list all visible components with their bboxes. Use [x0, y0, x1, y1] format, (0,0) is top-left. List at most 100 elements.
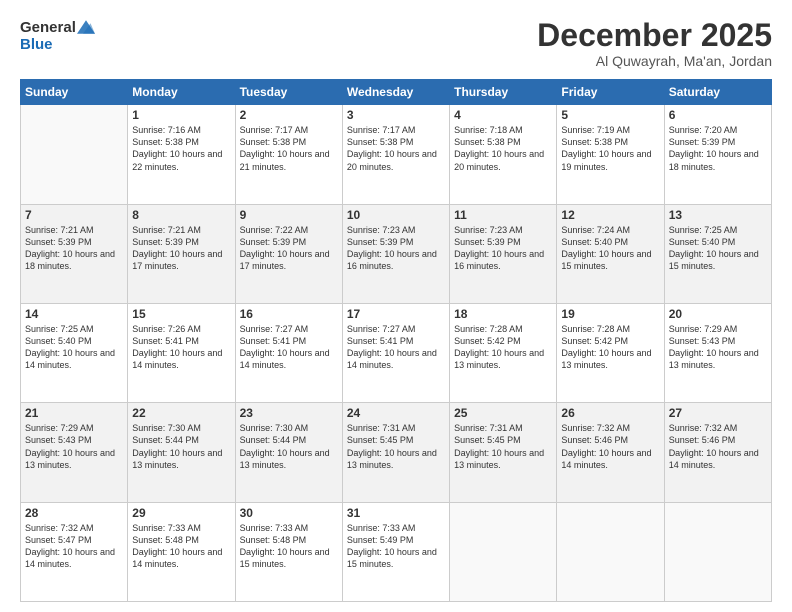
- cell-info: Sunrise: 7:25 AM Sunset: 5:40 PM Dayligh…: [25, 323, 123, 372]
- cell-info: Sunrise: 7:16 AM Sunset: 5:38 PM Dayligh…: [132, 124, 230, 173]
- calendar-cell: 4Sunrise: 7:18 AM Sunset: 5:38 PM Daylig…: [450, 105, 557, 204]
- day-number: 7: [25, 208, 123, 222]
- cell-info: Sunrise: 7:24 AM Sunset: 5:40 PM Dayligh…: [561, 224, 659, 273]
- weekday-header: Friday: [557, 80, 664, 105]
- cell-info: Sunrise: 7:23 AM Sunset: 5:39 PM Dayligh…: [454, 224, 552, 273]
- calendar-cell: 27 Sunrise: 7:32 AM Sunset: 5:46 PM Dayli…: [664, 403, 771, 502]
- calendar-cell: 3 Sunrise: 7:17 AM Sunset: 5:38 PM Daylig…: [342, 105, 449, 204]
- calendar-cell: 30 Sunrise: 7:33 AM Sunset: 5:48 PM Dayli…: [235, 502, 342, 601]
- header: General Blue December 2025 Al Quwayrah, …: [20, 18, 772, 69]
- cell-info: Sunrise: 7:17 AM Sunset: 5:38 PM Dayligh…: [347, 124, 445, 173]
- page: General Blue December 2025 Al Quwayrah, …: [0, 0, 792, 612]
- calendar-cell: 12 Sunrise: 7:24 AM Sunset: 5:40 PM Dayli…: [557, 204, 664, 303]
- day-number: 25: [454, 406, 552, 420]
- calendar-cell: 8 Sunrise: 7:21 AM Sunset: 5:39 PM Daylig…: [128, 204, 235, 303]
- cell-info: Sunrise: 7:17 AM Sunset: 5:38 PM Dayligh…: [240, 124, 338, 173]
- cell-info: Sunrise: 7:22 AM Sunset: 5:39 PM Dayligh…: [240, 224, 338, 273]
- calendar-cell: 15Sunrise: 7:26 AM Sunset: 5:41 PM Dayli…: [128, 303, 235, 402]
- calendar-cell: 6 Sunrise: 7:20 AM Sunset: 5:39 PM Daylig…: [664, 105, 771, 204]
- calendar-cell: 21 Sunrise: 7:29 AM Sunset: 5:43 PM Dayli…: [21, 403, 128, 502]
- calendar-cell: 19 Sunrise: 7:28 AM Sunset: 5:42 PM Dayli…: [557, 303, 664, 402]
- calendar-cell: 20 Sunrise: 7:29 AM Sunset: 5:43 PM Dayli…: [664, 303, 771, 402]
- day-number: 20: [669, 307, 767, 321]
- day-number: 21: [25, 406, 123, 420]
- cell-info: Sunrise: 7:33 AM Sunset: 5:48 PM Dayligh…: [132, 522, 230, 571]
- weekday-header: Wednesday: [342, 80, 449, 105]
- cell-info: Sunrise: 7:21 AM Sunset: 5:39 PM Dayligh…: [25, 224, 123, 273]
- cell-info: Sunrise: 7:29 AM Sunset: 5:43 PM Dayligh…: [25, 422, 123, 471]
- calendar-cell: 14 Sunrise: 7:25 AM Sunset: 5:40 PM Dayli…: [21, 303, 128, 402]
- weekday-header: Thursday: [450, 80, 557, 105]
- day-number: 18: [454, 307, 552, 321]
- logo: General Blue: [20, 18, 95, 53]
- calendar-cell: [664, 502, 771, 601]
- cell-info: Sunrise: 7:29 AM Sunset: 5:43 PM Dayligh…: [669, 323, 767, 372]
- weekday-header: Monday: [128, 80, 235, 105]
- cell-info: Sunrise: 7:30 AM Sunset: 5:44 PM Dayligh…: [132, 422, 230, 471]
- calendar-cell: 13Sunrise: 7:25 AM Sunset: 5:40 PM Dayli…: [664, 204, 771, 303]
- cell-info: Sunrise: 7:19 AM Sunset: 5:38 PM Dayligh…: [561, 124, 659, 173]
- day-number: 16: [240, 307, 338, 321]
- cell-info: Sunrise: 7:27 AM Sunset: 5:41 PM Dayligh…: [240, 323, 338, 372]
- cell-info: Sunrise: 7:31 AM Sunset: 5:45 PM Dayligh…: [454, 422, 552, 471]
- calendar-week-row: 21 Sunrise: 7:29 AM Sunset: 5:43 PM Dayli…: [21, 403, 772, 502]
- day-number: 26: [561, 406, 659, 420]
- calendar-cell: [450, 502, 557, 601]
- cell-info: Sunrise: 7:28 AM Sunset: 5:42 PM Dayligh…: [454, 323, 552, 372]
- day-number: 2: [240, 108, 338, 122]
- day-number: 6: [669, 108, 767, 122]
- cell-info: Sunrise: 7:32 AM Sunset: 5:46 PM Dayligh…: [669, 422, 767, 471]
- logo-general: General: [20, 19, 76, 36]
- calendar-cell: 1 Sunrise: 7:16 AM Sunset: 5:38 PM Daylig…: [128, 105, 235, 204]
- day-number: 17: [347, 307, 445, 321]
- calendar-cell: 29 Sunrise: 7:33 AM Sunset: 5:48 PM Dayli…: [128, 502, 235, 601]
- day-number: 12: [561, 208, 659, 222]
- cell-info: Sunrise: 7:25 AM Sunset: 5:40 PM Dayligh…: [669, 224, 767, 273]
- calendar-cell: [21, 105, 128, 204]
- day-number: 14: [25, 307, 123, 321]
- calendar-cell: 24 Sunrise: 7:31 AM Sunset: 5:45 PM Dayli…: [342, 403, 449, 502]
- day-number: 27: [669, 406, 767, 420]
- day-number: 22: [132, 406, 230, 420]
- cell-info: Sunrise: 7:23 AM Sunset: 5:39 PM Dayligh…: [347, 224, 445, 273]
- calendar-cell: 5 Sunrise: 7:19 AM Sunset: 5:38 PM Daylig…: [557, 105, 664, 204]
- day-number: 5: [561, 108, 659, 122]
- weekday-header: Saturday: [664, 80, 771, 105]
- cell-info: Sunrise: 7:28 AM Sunset: 5:42 PM Dayligh…: [561, 323, 659, 372]
- calendar-cell: 10Sunrise: 7:23 AM Sunset: 5:39 PM Dayli…: [342, 204, 449, 303]
- day-number: 29: [132, 506, 230, 520]
- calendar-cell: 23 Sunrise: 7:30 AM Sunset: 5:44 PM Dayli…: [235, 403, 342, 502]
- cell-info: Sunrise: 7:18 AM Sunset: 5:38 PM Dayligh…: [454, 124, 552, 173]
- day-number: 1: [132, 108, 230, 122]
- day-number: 30: [240, 506, 338, 520]
- day-number: 3: [347, 108, 445, 122]
- calendar-cell: 9 Sunrise: 7:22 AM Sunset: 5:39 PM Daylig…: [235, 204, 342, 303]
- day-number: 31: [347, 506, 445, 520]
- cell-info: Sunrise: 7:33 AM Sunset: 5:48 PM Dayligh…: [240, 522, 338, 571]
- location: Al Quwayrah, Ma'an, Jordan: [537, 53, 772, 69]
- header-right: December 2025 Al Quwayrah, Ma'an, Jordan: [537, 18, 772, 69]
- logo-blue: Blue: [20, 36, 53, 53]
- cell-info: Sunrise: 7:21 AM Sunset: 5:39 PM Dayligh…: [132, 224, 230, 273]
- calendar-cell: 22 Sunrise: 7:30 AM Sunset: 5:44 PM Dayli…: [128, 403, 235, 502]
- day-number: 11: [454, 208, 552, 222]
- day-number: 19: [561, 307, 659, 321]
- cell-info: Sunrise: 7:32 AM Sunset: 5:46 PM Dayligh…: [561, 422, 659, 471]
- calendar-cell: 26 Sunrise: 7:32 AM Sunset: 5:46 PM Dayli…: [557, 403, 664, 502]
- calendar-cell: 31 Sunrise: 7:33 AM Sunset: 5:49 PM Dayli…: [342, 502, 449, 601]
- day-number: 24: [347, 406, 445, 420]
- calendar-cell: 28Sunrise: 7:32 AM Sunset: 5:47 PM Dayli…: [21, 502, 128, 601]
- cell-info: Sunrise: 7:20 AM Sunset: 5:39 PM Dayligh…: [669, 124, 767, 173]
- cell-info: Sunrise: 7:30 AM Sunset: 5:44 PM Dayligh…: [240, 422, 338, 471]
- calendar-week-row: 14 Sunrise: 7:25 AM Sunset: 5:40 PM Dayli…: [21, 303, 772, 402]
- calendar-cell: 25 Sunrise: 7:31 AM Sunset: 5:45 PM Dayli…: [450, 403, 557, 502]
- day-number: 8: [132, 208, 230, 222]
- calendar-header-row: SundayMondayTuesdayWednesdayThursdayFrid…: [21, 80, 772, 105]
- calendar-cell: 2 Sunrise: 7:17 AM Sunset: 5:38 PM Daylig…: [235, 105, 342, 204]
- day-number: 23: [240, 406, 338, 420]
- calendar-week-row: 7 Sunrise: 7:21 AM Sunset: 5:39 PM Daylig…: [21, 204, 772, 303]
- cell-info: Sunrise: 7:33 AM Sunset: 5:49 PM Dayligh…: [347, 522, 445, 571]
- day-number: 9: [240, 208, 338, 222]
- calendar-week-row: 1 Sunrise: 7:16 AM Sunset: 5:38 PM Daylig…: [21, 105, 772, 204]
- cell-info: Sunrise: 7:31 AM Sunset: 5:45 PM Dayligh…: [347, 422, 445, 471]
